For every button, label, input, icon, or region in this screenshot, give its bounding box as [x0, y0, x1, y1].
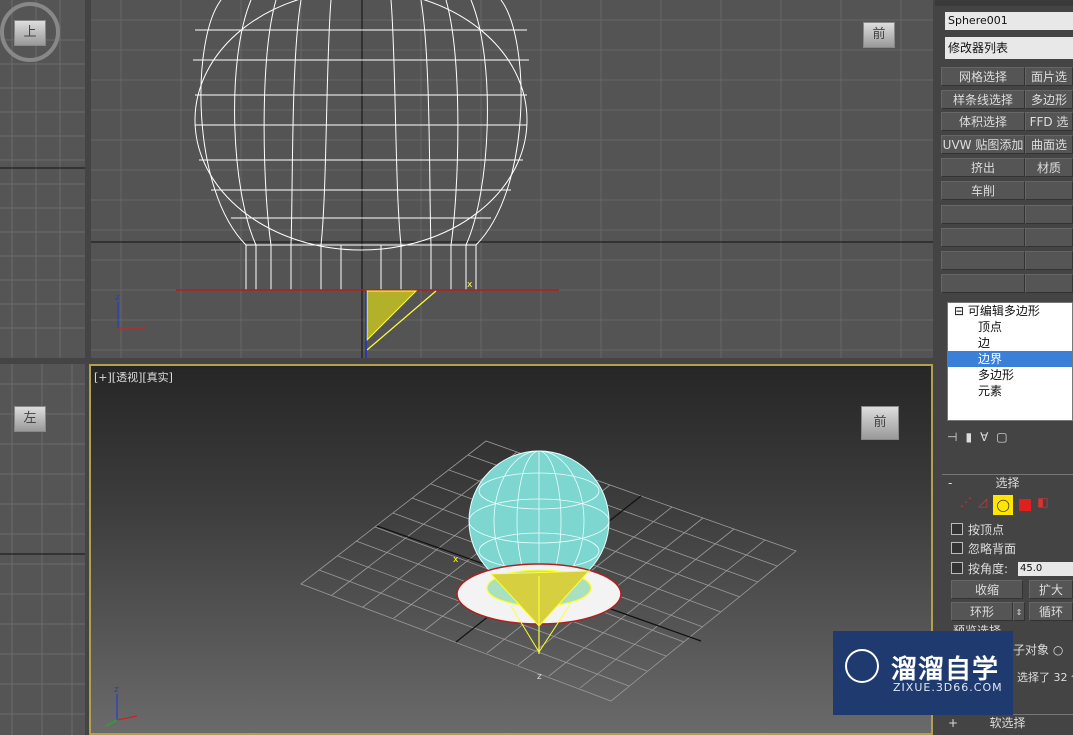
show-end-result-icon[interactable]: ▮: [965, 430, 972, 446]
selection-rollout: - 选择: [942, 474, 1073, 491]
remove-modifier-icon[interactable]: ▢: [996, 430, 1007, 446]
front-viewport-scene: z x: [91, 0, 933, 358]
stack-root[interactable]: ⊟ 可编辑多边形: [948, 303, 1072, 319]
make-unique-icon[interactable]: ∀: [980, 430, 988, 446]
modifier-button-blank[interactable]: [941, 251, 1025, 270]
top-navcube[interactable]: 上: [14, 20, 46, 46]
vertex-mode-icon[interactable]: ⋰: [960, 495, 972, 515]
shrink-button[interactable]: 收缩: [951, 580, 1023, 599]
soft-selection-rollout: + 软选择: [942, 714, 1073, 731]
by-vertex-checkbox[interactable]: 按顶点: [951, 522, 1004, 538]
modifier-stack[interactable]: ⊟ 可编辑多边形 顶点 边 边界 多边形 元素: [947, 302, 1073, 421]
perspective-viewport[interactable]: [+][透视][真实] x z z 前: [89, 364, 933, 735]
modifier-button-empty[interactable]: [1025, 181, 1073, 200]
left-viewport[interactable]: 左: [0, 364, 85, 735]
modifier-button-blank[interactable]: [1025, 251, 1073, 270]
persp-gizmo-z: z: [537, 672, 542, 682]
front-viewport[interactable]: z x 前: [91, 0, 933, 358]
edge-mode-icon[interactable]: ◿: [978, 495, 987, 515]
front-navcube[interactable]: 前: [863, 22, 895, 48]
modifier-button-vol-select[interactable]: 体积选择: [941, 112, 1025, 131]
angle-spinner[interactable]: 45.0: [1018, 562, 1073, 576]
modifier-button-spline-select[interactable]: 样条线选择: [941, 90, 1025, 109]
modifier-button-blank[interactable]: [1025, 205, 1073, 224]
modifier-list-dropdown[interactable]: 修改器列表: [945, 37, 1073, 59]
stack-item-border[interactable]: 边界: [948, 351, 1072, 367]
modifier-button-blank[interactable]: [941, 228, 1025, 247]
persp-navcube[interactable]: 前: [861, 406, 899, 440]
ring-spinner[interactable]: ⇕: [1013, 602, 1025, 621]
stack-item-edge[interactable]: 边: [948, 335, 1072, 351]
modifier-button-blank[interactable]: [1025, 274, 1073, 293]
modifier-button-surface-select[interactable]: 曲面选: [1025, 135, 1073, 154]
grow-button[interactable]: 扩大: [1029, 580, 1073, 599]
modifier-button-blank[interactable]: [941, 205, 1025, 224]
loop-button[interactable]: 循环: [1029, 602, 1073, 621]
command-panel: Sphere001 修改器列表 网格选择 面片选 样条线选择 多边形 体积选择 …: [935, 0, 1073, 735]
collapse-icon[interactable]: ⊟: [954, 304, 968, 318]
modifier-button-lathe[interactable]: 车削: [941, 181, 1025, 200]
modifier-button-ffd-select[interactable]: FFD 选: [1025, 112, 1073, 131]
modifier-button-patch-select[interactable]: 面片选: [1025, 67, 1073, 86]
watermark-url: ZIXUE.3D66.COM: [893, 681, 1003, 694]
top-viewport-grid: [0, 0, 85, 358]
perspective-scene: x z z: [105, 440, 797, 727]
modifier-button-blank[interactable]: [941, 274, 1025, 293]
left-navcube[interactable]: 左: [14, 406, 46, 432]
ignore-backfacing-checkbox[interactable]: 忽略背面: [951, 541, 1016, 557]
element-mode-icon[interactable]: ◧: [1037, 495, 1048, 515]
subobject-icon-row: ⋰ ◿ ◯ ◧: [960, 495, 1049, 515]
modifier-button-mesh-select[interactable]: 网格选择: [941, 67, 1025, 86]
modifier-button-extrude[interactable]: 挤出: [941, 158, 1025, 177]
modifier-button-blank[interactable]: [1025, 228, 1073, 247]
persp-gizmo-x: x: [453, 555, 459, 565]
selection-rollout-header[interactable]: - 选择: [942, 475, 1073, 491]
persp-axis-gizmo: [105, 694, 138, 727]
subobject-radio-label[interactable]: 子对象 ○: [1013, 641, 1063, 658]
ring-button[interactable]: 环形: [951, 602, 1013, 621]
polygon-mode-icon[interactable]: [1019, 499, 1032, 511]
pin-stack-icon[interactable]: ⊣: [947, 430, 957, 446]
top-viewport[interactable]: 上: [0, 0, 85, 358]
soft-selection-header[interactable]: + 软选择: [942, 715, 1073, 731]
object-name-field[interactable]: Sphere001: [945, 12, 1073, 30]
collapse-icon[interactable]: -: [948, 475, 952, 491]
play-logo-icon: [845, 649, 879, 683]
modifier-button-poly-select[interactable]: 多边形: [1025, 90, 1073, 109]
border-mode-icon[interactable]: ◯: [993, 495, 1014, 515]
watermark-logo: 溜溜自学 ZIXUE.3D66.COM: [833, 631, 1013, 715]
stack-item-element[interactable]: 元素: [948, 383, 1072, 399]
modifier-button-uvw-map-add[interactable]: UVW 贴图添加: [941, 135, 1025, 154]
stack-toolbar: ⊣ ▮ ∀ ▢: [947, 430, 1073, 446]
expand-icon[interactable]: +: [948, 715, 958, 731]
stack-item-vertex[interactable]: 顶点: [948, 319, 1072, 335]
by-angle-checkbox[interactable]: 按角度:: [951, 561, 1008, 577]
persp-axis-z: z: [114, 685, 119, 695]
selection-count-text: 选择了 32 个: [1017, 671, 1073, 684]
stack-item-polygon[interactable]: 多边形: [948, 367, 1072, 383]
modifier-button-material[interactable]: 材质: [1025, 158, 1073, 177]
front-gizmo-x: x: [467, 280, 473, 290]
front-axis-z: z: [115, 293, 120, 303]
front-axis-gizmo: [117, 302, 146, 329]
panel-tabs-strip[interactable]: [935, 0, 1073, 6]
